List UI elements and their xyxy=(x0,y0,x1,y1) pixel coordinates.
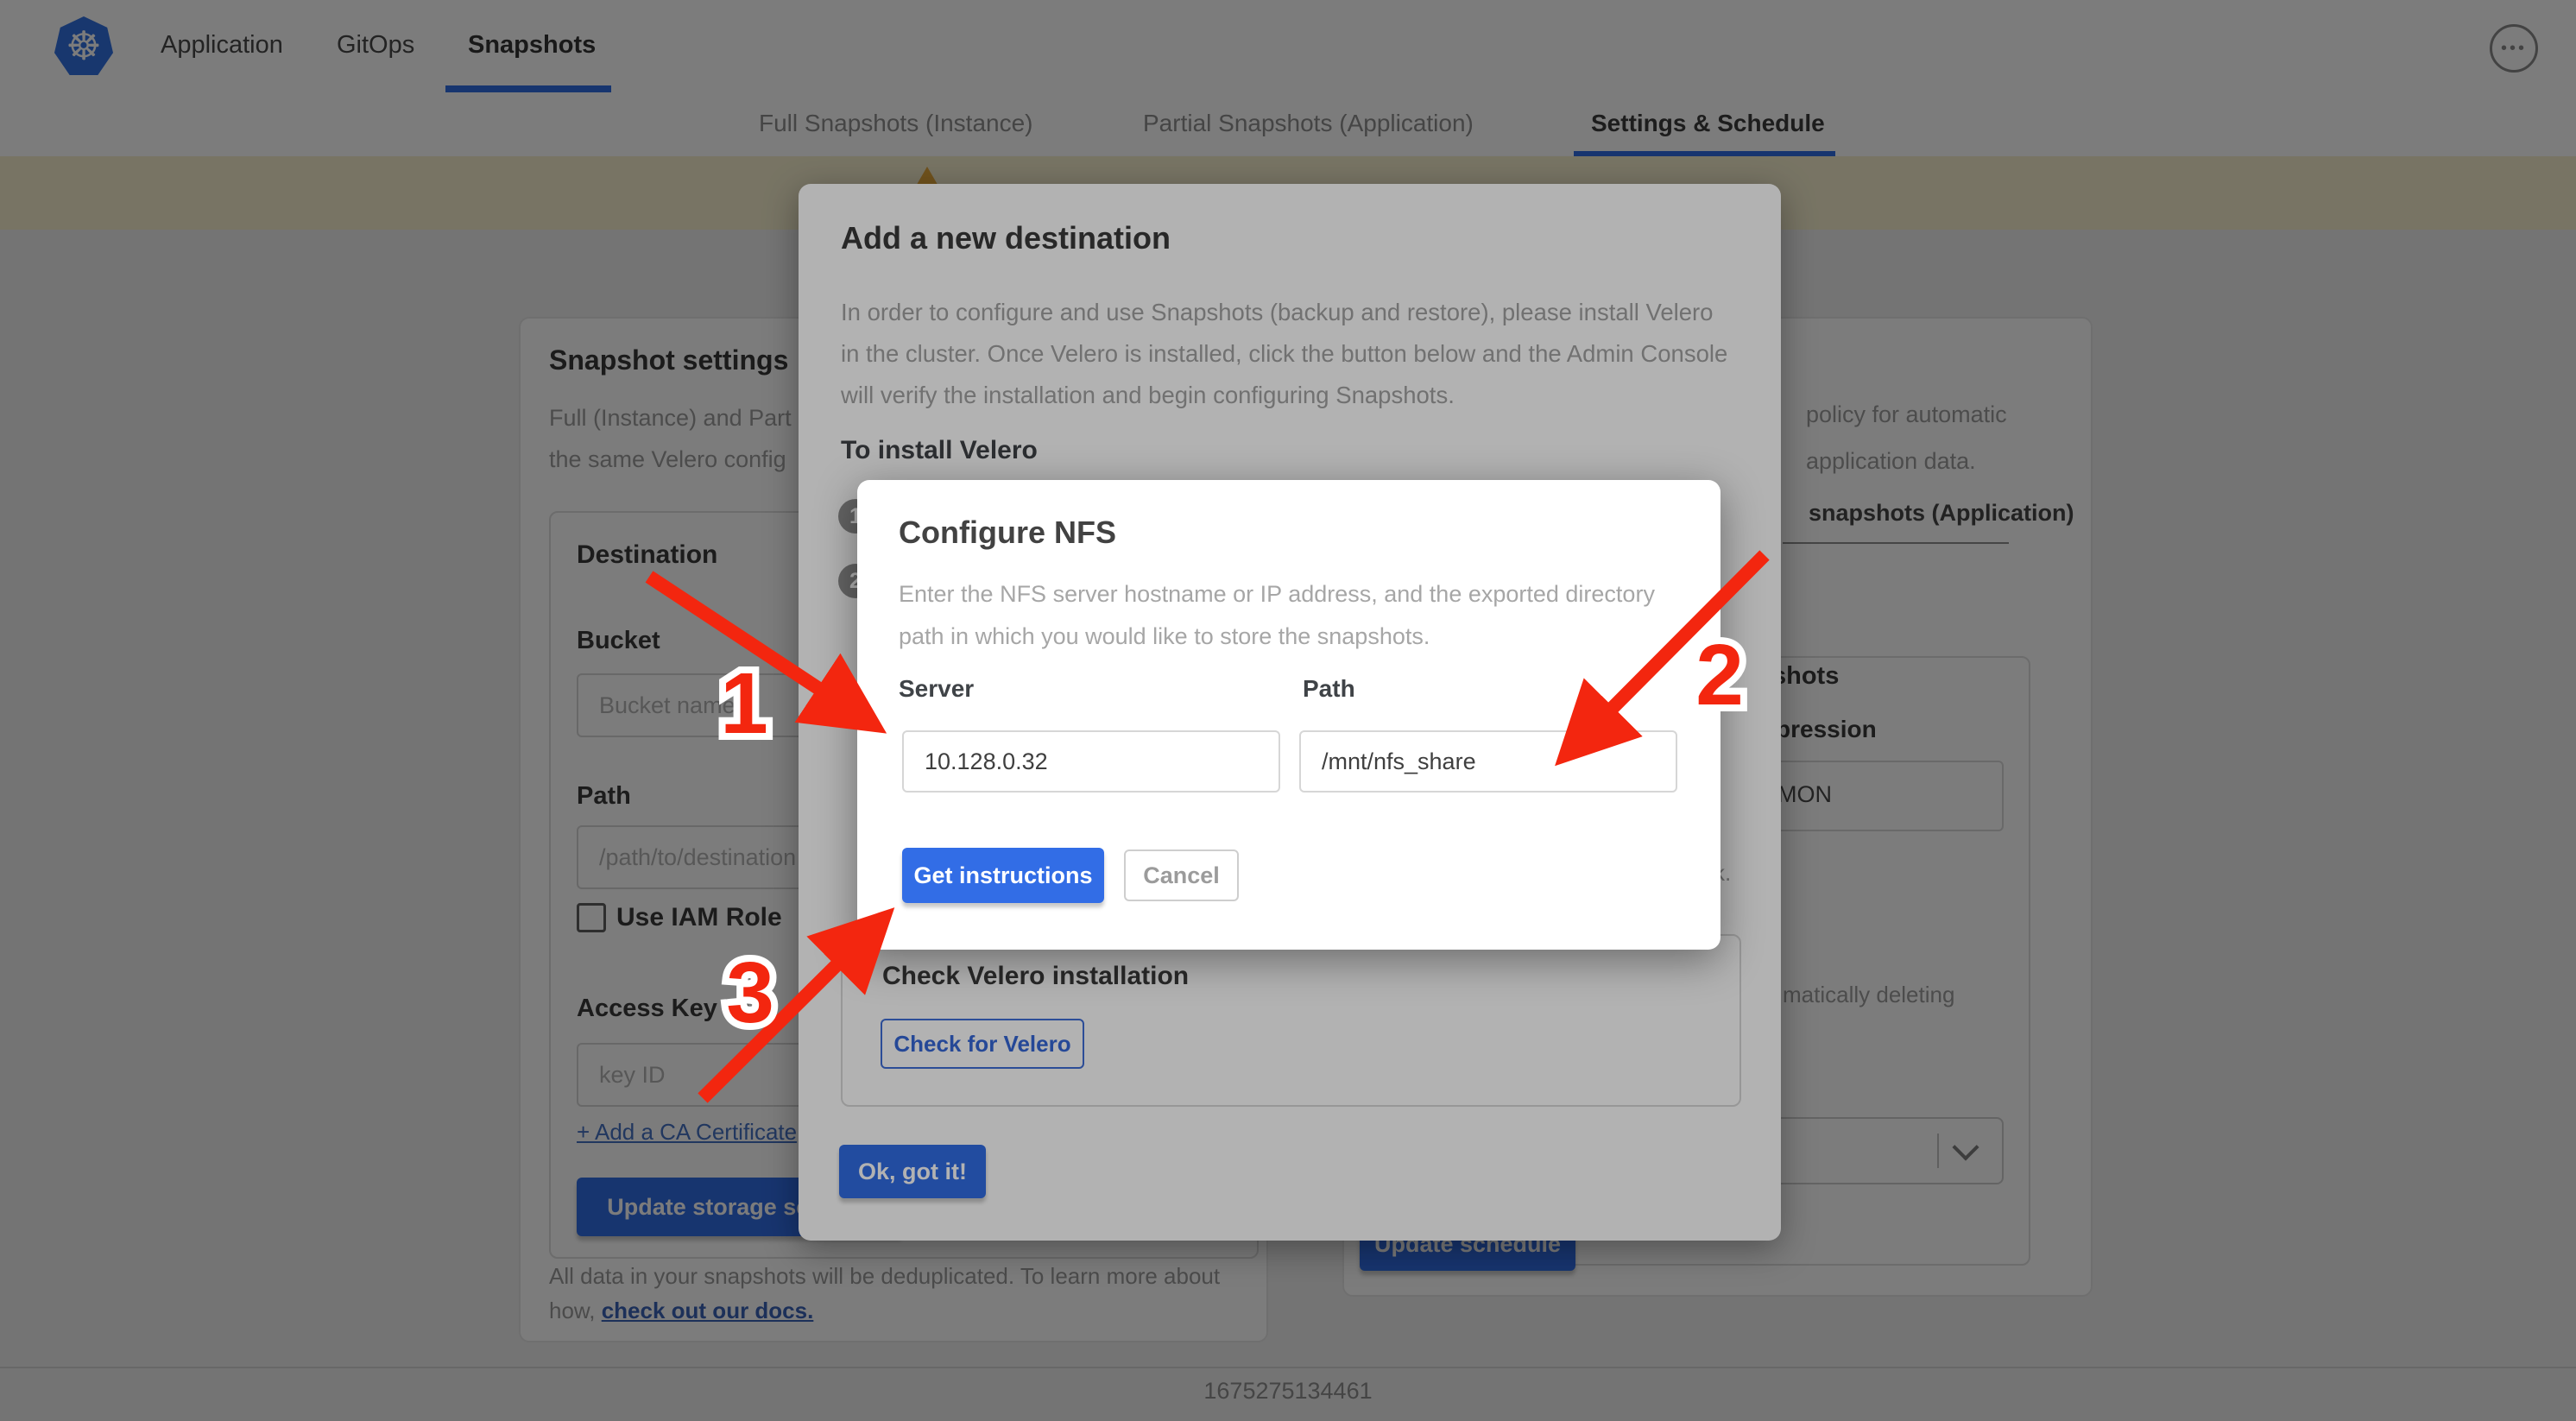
server-input[interactable] xyxy=(902,730,1280,793)
configure-nfs-modal: Configure NFS Enter the NFS server hostn… xyxy=(857,480,1720,950)
cancel-button[interactable]: Cancel xyxy=(1124,849,1239,901)
nfs-path-input[interactable] xyxy=(1299,730,1677,793)
admin-console-screen: ☸ Application GitOps Snapshots ••• Full … xyxy=(0,0,2576,1421)
configure-nfs-description: Enter the NFS server hostname or IP addr… xyxy=(899,573,1693,658)
get-instructions-button[interactable]: Get instructions xyxy=(902,848,1104,903)
nfs-path-label: Path xyxy=(1303,675,1355,703)
configure-nfs-title: Configure NFS xyxy=(899,515,1116,551)
server-label: Server xyxy=(899,675,974,703)
